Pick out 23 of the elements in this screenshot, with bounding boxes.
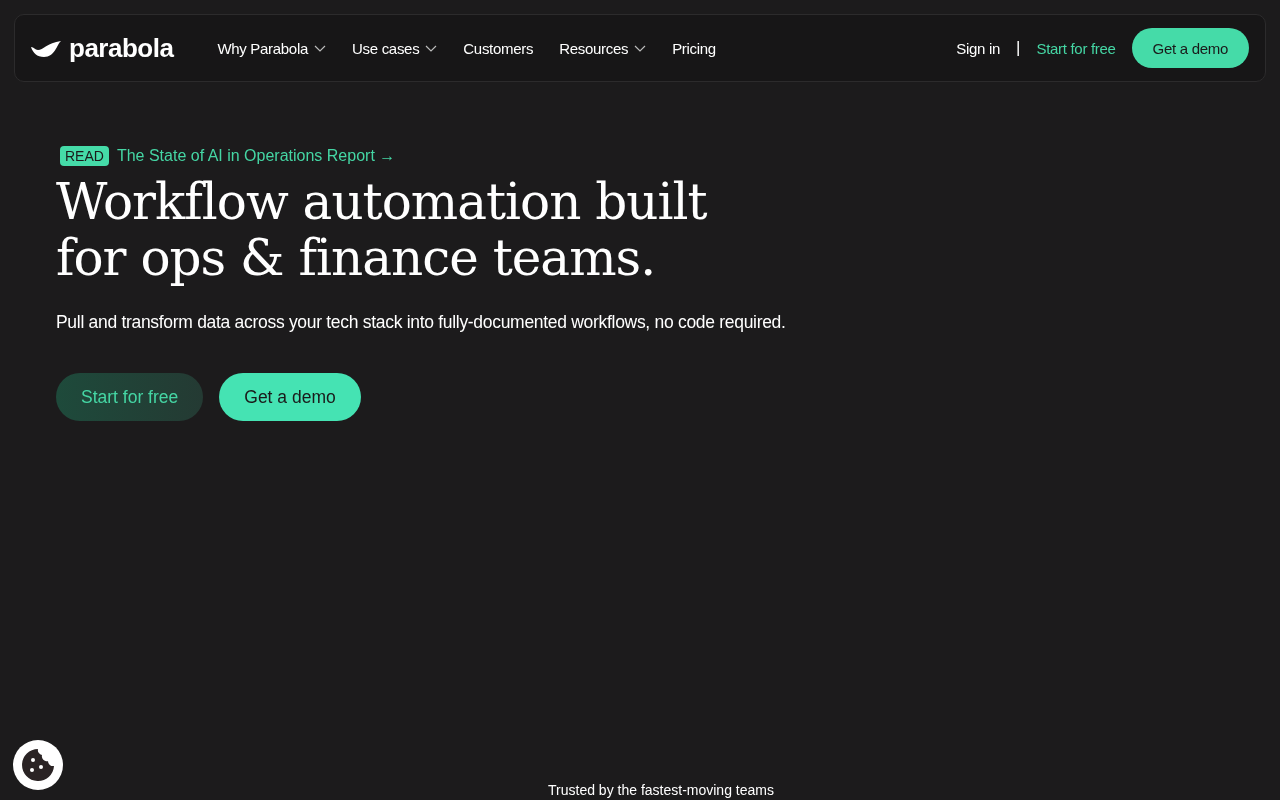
cookie-icon [21,748,55,782]
demo-button[interactable]: Get a demo [219,373,361,421]
chevron-down-icon [314,44,326,52]
demo-button[interactable]: Get a demo [1131,28,1249,68]
cookie-settings-button[interactable] [13,740,63,790]
headline: Workflow automation built for ops & finance teams. [56,174,708,286]
report-link[interactable]: The State of AI in Operations Report → [116,147,396,165]
nav-link[interactable]: Use cases [352,39,438,57]
nav-link[interactable]: Customers [463,39,534,57]
start-free-button[interactable]: Start for free [56,373,204,421]
start-free-link[interactable]: Start for free [1036,39,1116,57]
logo-text[interactable]: parabola [69,32,174,64]
nav-link[interactable]: Pricing [672,39,716,57]
logo-icon [31,39,61,57]
read-badge: READ [60,146,109,166]
sign-in-link[interactable]: Sign in [956,39,1000,57]
separator-text: | [1016,38,1021,58]
chevron-down-icon [425,44,438,52]
nav-link[interactable]: Resources [559,39,647,57]
trusted-text: Trusted by the fastest-moving teams [548,782,774,798]
chevron-down-icon [634,44,647,52]
nav-link[interactable]: Why Parabola [217,39,326,57]
subtitle: Pull and transform data across your tech stack into fully-documented workflows, no code required. [56,312,787,333]
